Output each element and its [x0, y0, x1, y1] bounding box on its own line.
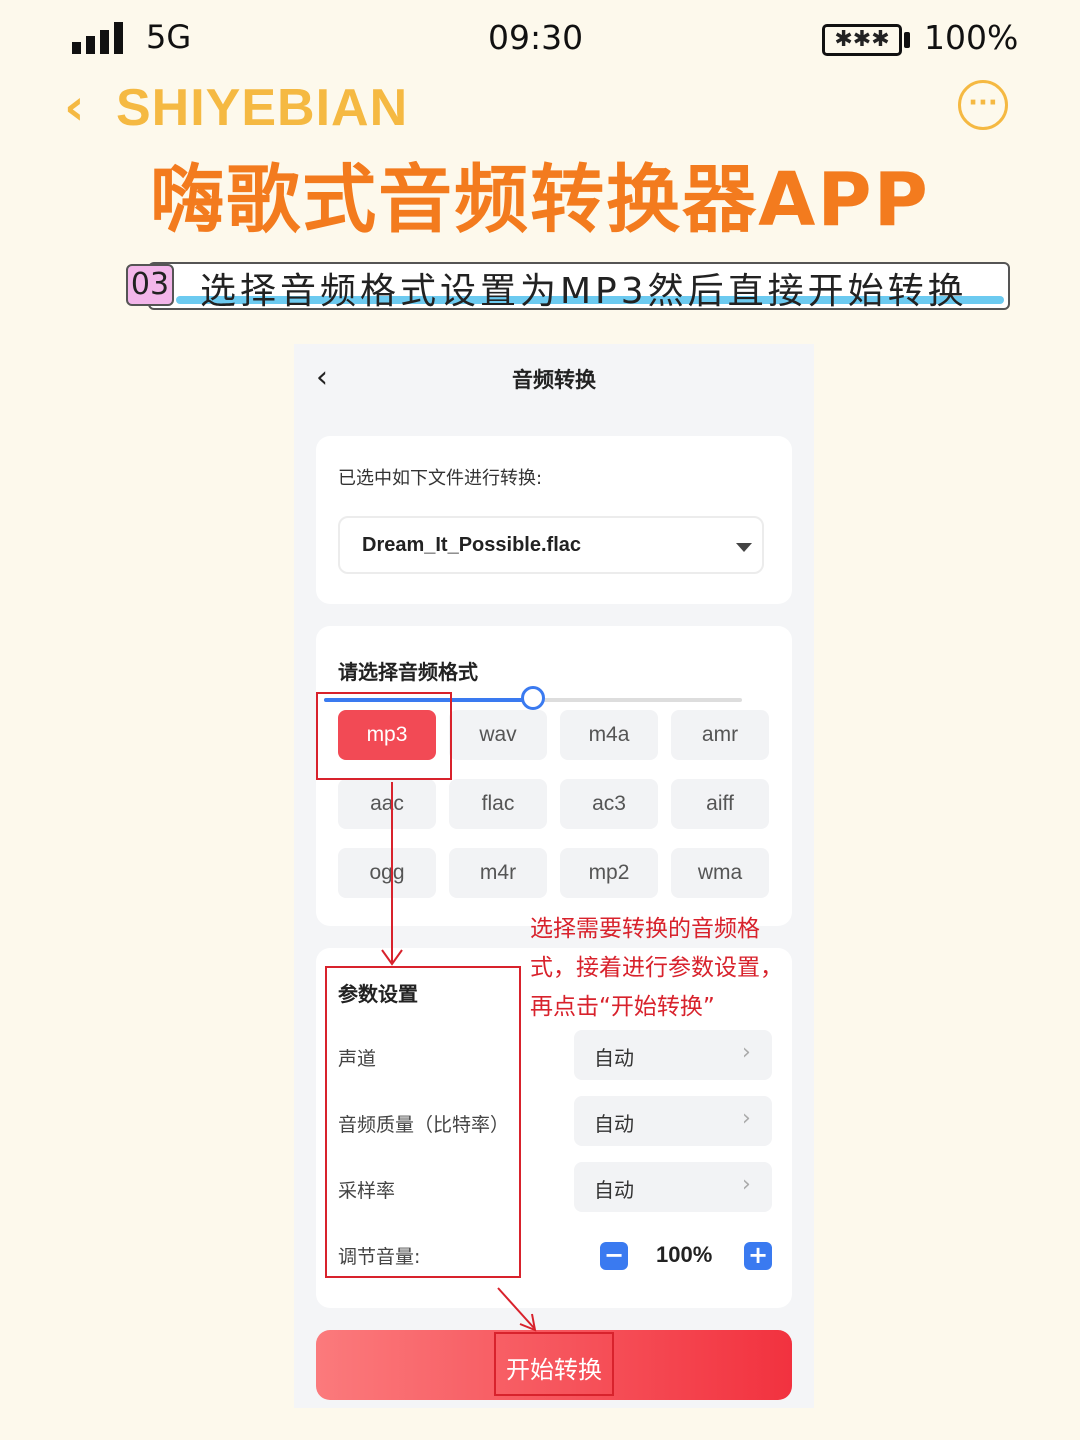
- arrow-to-start: [497, 1287, 535, 1329]
- annotation-text: 选择需要转换的音频格式，接着进行参数设置，再点击“开始转换”: [530, 916, 783, 1020]
- annotation-arrows: [381, 782, 537, 1332]
